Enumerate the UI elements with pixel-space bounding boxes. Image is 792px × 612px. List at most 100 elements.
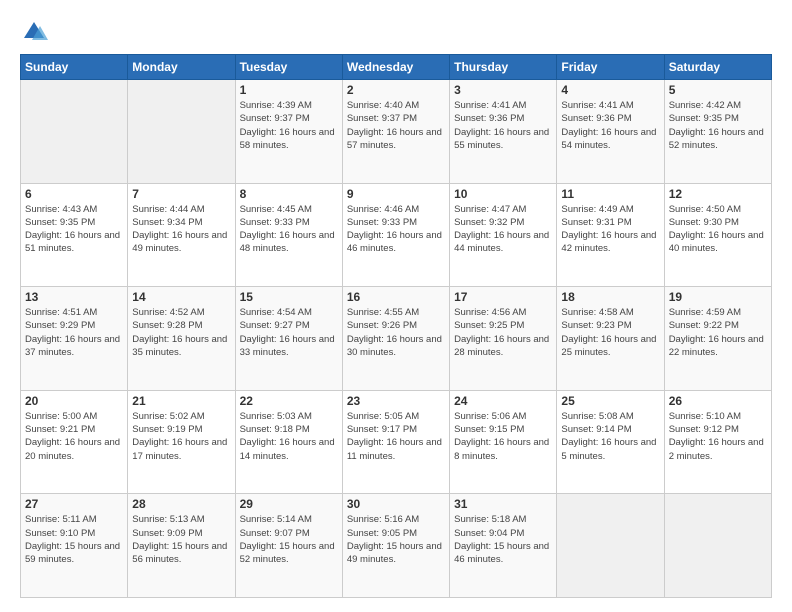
day-number: 31	[454, 497, 552, 511]
calendar-cell: 13Sunrise: 4:51 AM Sunset: 9:29 PM Dayli…	[21, 287, 128, 391]
week-row-5: 27 Sunrise: 5:11 AM Sunset: 9:10 PM Dayli…	[21, 494, 772, 598]
day-info: Sunrise: 4:58 AM Sunset: 9:23 PM Dayligh…	[561, 306, 659, 359]
day-info: Sunrise: 4:43 AM Sunset: 9:35 PM Dayligh…	[25, 203, 123, 256]
calendar-cell: 8 Sunrise: 4:45 AM Sunset: 9:33 PM Daylig…	[235, 183, 342, 287]
calendar-cell: 20 Sunrise: 5:00 AM Sunset: 9:21 PM Dayli…	[21, 390, 128, 494]
day-header-sunday: Sunday	[21, 55, 128, 80]
day-info: Sunrise: 4:52 AM Sunset: 9:28 PM Dayligh…	[132, 306, 230, 359]
calendar-cell: 14Sunrise: 4:52 AM Sunset: 9:28 PM Dayli…	[128, 287, 235, 391]
day-number: 22	[240, 394, 338, 408]
day-number: 2	[347, 83, 445, 97]
day-info: Sunrise: 4:59 AM Sunset: 9:22 PM Dayligh…	[669, 306, 767, 359]
day-number: 19	[669, 290, 767, 304]
day-info: Sunrise: 4:45 AM Sunset: 9:33 PM Dayligh…	[240, 203, 338, 256]
day-info: Sunrise: 4:50 AM Sunset: 9:30 PM Dayligh…	[669, 203, 767, 256]
day-number: 4	[561, 83, 659, 97]
logo	[20, 18, 52, 46]
page: SundayMondayTuesdayWednesdayThursdayFrid…	[0, 0, 792, 612]
week-row-4: 20 Sunrise: 5:00 AM Sunset: 9:21 PM Dayli…	[21, 390, 772, 494]
day-number: 15	[240, 290, 338, 304]
day-info: Sunrise: 5:18 AM Sunset: 9:04 PM Dayligh…	[454, 513, 552, 566]
calendar-cell: 26Sunrise: 5:10 AM Sunset: 9:12 PM Dayli…	[664, 390, 771, 494]
day-info: Sunrise: 4:44 AM Sunset: 9:34 PM Dayligh…	[132, 203, 230, 256]
calendar-cell: 17 Sunrise: 4:56 AM Sunset: 9:25 PM Dayli…	[450, 287, 557, 391]
day-header-monday: Monday	[128, 55, 235, 80]
day-info: Sunrise: 4:49 AM Sunset: 9:31 PM Dayligh…	[561, 203, 659, 256]
day-number: 16	[347, 290, 445, 304]
day-info: Sunrise: 4:41 AM Sunset: 9:36 PM Dayligh…	[454, 99, 552, 152]
calendar-cell	[128, 80, 235, 184]
calendar-cell: 10 Sunrise: 4:47 AM Sunset: 9:32 PM Dayli…	[450, 183, 557, 287]
day-info: Sunrise: 4:55 AM Sunset: 9:26 PM Dayligh…	[347, 306, 445, 359]
week-row-2: 6 Sunrise: 4:43 AM Sunset: 9:35 PM Daylig…	[21, 183, 772, 287]
calendar: SundayMondayTuesdayWednesdayThursdayFrid…	[20, 54, 772, 598]
day-header-thursday: Thursday	[450, 55, 557, 80]
day-info: Sunrise: 4:46 AM Sunset: 9:33 PM Dayligh…	[347, 203, 445, 256]
day-info: Sunrise: 5:16 AM Sunset: 9:05 PM Dayligh…	[347, 513, 445, 566]
day-info: Sunrise: 4:47 AM Sunset: 9:32 PM Dayligh…	[454, 203, 552, 256]
day-info: Sunrise: 5:03 AM Sunset: 9:18 PM Dayligh…	[240, 410, 338, 463]
calendar-cell: 2 Sunrise: 4:40 AM Sunset: 9:37 PM Daylig…	[342, 80, 449, 184]
day-info: Sunrise: 5:00 AM Sunset: 9:21 PM Dayligh…	[25, 410, 123, 463]
calendar-cell: 15 Sunrise: 4:54 AM Sunset: 9:27 PM Dayli…	[235, 287, 342, 391]
days-header-row: SundayMondayTuesdayWednesdayThursdayFrid…	[21, 55, 772, 80]
day-info: Sunrise: 4:39 AM Sunset: 9:37 PM Dayligh…	[240, 99, 338, 152]
day-number: 29	[240, 497, 338, 511]
day-number: 17	[454, 290, 552, 304]
day-info: Sunrise: 5:13 AM Sunset: 9:09 PM Dayligh…	[132, 513, 230, 566]
day-info: Sunrise: 4:42 AM Sunset: 9:35 PM Dayligh…	[669, 99, 767, 152]
calendar-header: SundayMondayTuesdayWednesdayThursdayFrid…	[21, 55, 772, 80]
day-info: Sunrise: 5:14 AM Sunset: 9:07 PM Dayligh…	[240, 513, 338, 566]
day-info: Sunrise: 5:06 AM Sunset: 9:15 PM Dayligh…	[454, 410, 552, 463]
day-number: 11	[561, 187, 659, 201]
day-info: Sunrise: 5:10 AM Sunset: 9:12 PM Dayligh…	[669, 410, 767, 463]
calendar-body: 1 Sunrise: 4:39 AM Sunset: 9:37 PM Daylig…	[21, 80, 772, 598]
day-number: 21	[132, 394, 230, 408]
day-number: 27	[25, 497, 123, 511]
day-number: 30	[347, 497, 445, 511]
day-info: Sunrise: 4:41 AM Sunset: 9:36 PM Dayligh…	[561, 99, 659, 152]
calendar-cell: 31 Sunrise: 5:18 AM Sunset: 9:04 PM Dayli…	[450, 494, 557, 598]
calendar-cell: 21Sunrise: 5:02 AM Sunset: 9:19 PM Dayli…	[128, 390, 235, 494]
calendar-cell: 1 Sunrise: 4:39 AM Sunset: 9:37 PM Daylig…	[235, 80, 342, 184]
day-header-friday: Friday	[557, 55, 664, 80]
calendar-cell: 3 Sunrise: 4:41 AM Sunset: 9:36 PM Daylig…	[450, 80, 557, 184]
day-header-wednesday: Wednesday	[342, 55, 449, 80]
day-number: 23	[347, 394, 445, 408]
day-number: 25	[561, 394, 659, 408]
day-number: 20	[25, 394, 123, 408]
calendar-cell: 27 Sunrise: 5:11 AM Sunset: 9:10 PM Dayli…	[21, 494, 128, 598]
day-info: Sunrise: 5:11 AM Sunset: 9:10 PM Dayligh…	[25, 513, 123, 566]
day-number: 10	[454, 187, 552, 201]
day-number: 3	[454, 83, 552, 97]
week-row-1: 1 Sunrise: 4:39 AM Sunset: 9:37 PM Daylig…	[21, 80, 772, 184]
calendar-cell: 12 Sunrise: 4:50 AM Sunset: 9:30 PM Dayli…	[664, 183, 771, 287]
day-number: 8	[240, 187, 338, 201]
calendar-cell: 25 Sunrise: 5:08 AM Sunset: 9:14 PM Dayli…	[557, 390, 664, 494]
header	[20, 18, 772, 46]
calendar-cell: 5 Sunrise: 4:42 AM Sunset: 9:35 PM Daylig…	[664, 80, 771, 184]
day-info: Sunrise: 5:05 AM Sunset: 9:17 PM Dayligh…	[347, 410, 445, 463]
day-info: Sunrise: 4:54 AM Sunset: 9:27 PM Dayligh…	[240, 306, 338, 359]
day-info: Sunrise: 5:08 AM Sunset: 9:14 PM Dayligh…	[561, 410, 659, 463]
day-number: 12	[669, 187, 767, 201]
day-number: 1	[240, 83, 338, 97]
calendar-cell: 29 Sunrise: 5:14 AM Sunset: 9:07 PM Dayli…	[235, 494, 342, 598]
logo-icon	[20, 18, 48, 46]
day-number: 18	[561, 290, 659, 304]
calendar-cell: 18 Sunrise: 4:58 AM Sunset: 9:23 PM Dayli…	[557, 287, 664, 391]
calendar-cell: 4 Sunrise: 4:41 AM Sunset: 9:36 PM Daylig…	[557, 80, 664, 184]
day-number: 6	[25, 187, 123, 201]
calendar-cell: 23 Sunrise: 5:05 AM Sunset: 9:17 PM Dayli…	[342, 390, 449, 494]
day-number: 28	[132, 497, 230, 511]
day-header-saturday: Saturday	[664, 55, 771, 80]
day-number: 5	[669, 83, 767, 97]
day-number: 7	[132, 187, 230, 201]
calendar-cell: 24Sunrise: 5:06 AM Sunset: 9:15 PM Dayli…	[450, 390, 557, 494]
calendar-cell: 7 Sunrise: 4:44 AM Sunset: 9:34 PM Daylig…	[128, 183, 235, 287]
day-info: Sunrise: 4:40 AM Sunset: 9:37 PM Dayligh…	[347, 99, 445, 152]
day-info: Sunrise: 4:56 AM Sunset: 9:25 PM Dayligh…	[454, 306, 552, 359]
calendar-cell	[21, 80, 128, 184]
day-info: Sunrise: 4:51 AM Sunset: 9:29 PM Dayligh…	[25, 306, 123, 359]
calendar-cell	[557, 494, 664, 598]
